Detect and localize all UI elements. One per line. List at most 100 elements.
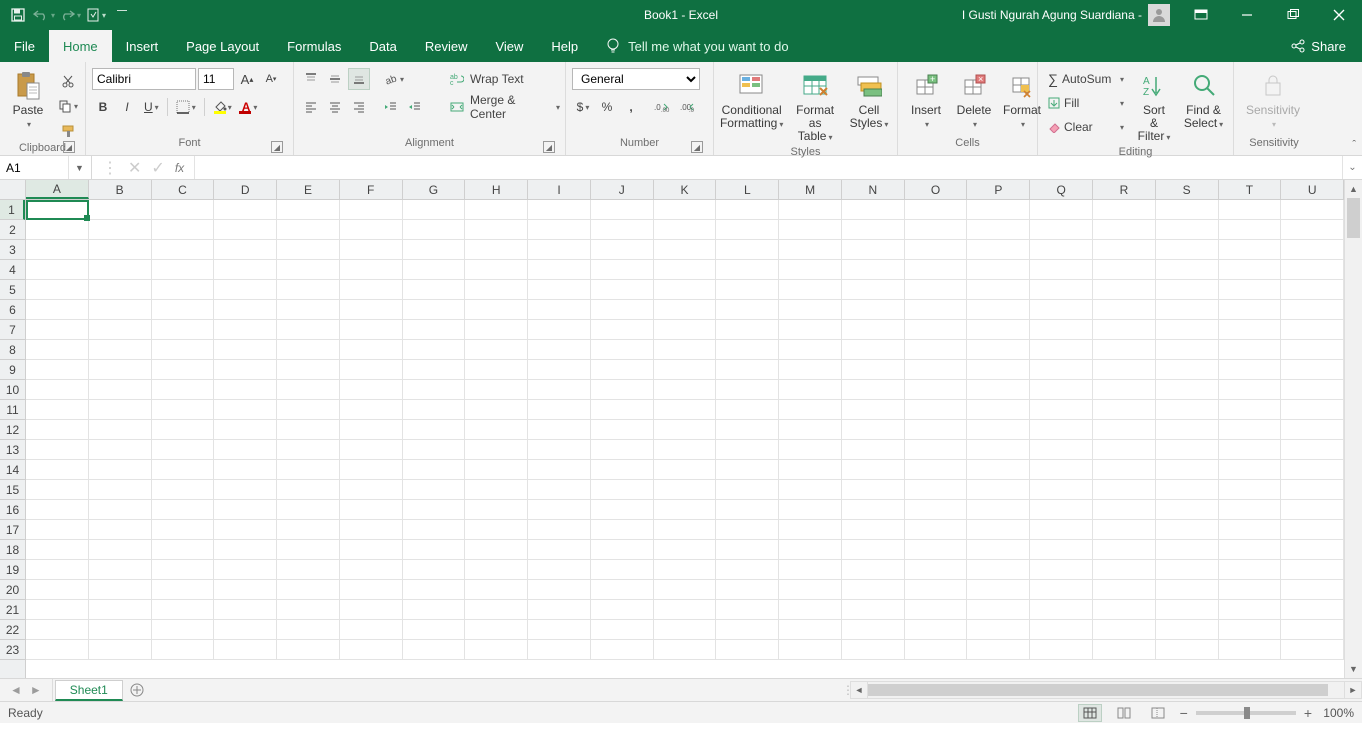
cell[interactable] xyxy=(277,500,340,520)
cell[interactable] xyxy=(214,220,277,240)
column-header[interactable]: A xyxy=(26,180,89,199)
cell[interactable] xyxy=(403,440,466,460)
row-header[interactable]: 9 xyxy=(0,360,25,380)
cell[interactable] xyxy=(89,400,152,420)
expand-formula-bar-icon[interactable]: ⌄ xyxy=(1342,156,1362,179)
align-middle-button[interactable] xyxy=(324,68,346,90)
cell[interactable] xyxy=(1219,200,1282,220)
cell[interactable] xyxy=(1219,580,1282,600)
cell[interactable] xyxy=(26,320,89,340)
cell[interactable] xyxy=(528,320,591,340)
cell[interactable] xyxy=(967,640,1030,660)
cell[interactable] xyxy=(152,300,215,320)
cell[interactable] xyxy=(1281,240,1344,260)
cell[interactable] xyxy=(26,500,89,520)
paste-button[interactable]: Paste▾ xyxy=(6,68,50,133)
comma-format-button[interactable]: , xyxy=(620,96,642,118)
cell[interactable] xyxy=(26,600,89,620)
cell[interactable] xyxy=(277,300,340,320)
cell[interactable] xyxy=(905,460,968,480)
cell[interactable] xyxy=(89,580,152,600)
cell[interactable] xyxy=(403,640,466,660)
cell[interactable] xyxy=(1219,600,1282,620)
cell[interactable] xyxy=(842,600,905,620)
cell[interactable] xyxy=(716,400,779,420)
cell[interactable] xyxy=(591,460,654,480)
cell[interactable] xyxy=(403,300,466,320)
cell[interactable] xyxy=(403,600,466,620)
cell[interactable] xyxy=(905,200,968,220)
cell[interactable] xyxy=(403,260,466,280)
cell[interactable] xyxy=(528,440,591,460)
cell[interactable] xyxy=(528,500,591,520)
horizontal-scrollbar[interactable]: ⋮ ◄ ► xyxy=(842,679,1362,701)
cell[interactable] xyxy=(340,260,403,280)
cell[interactable] xyxy=(403,380,466,400)
cell[interactable] xyxy=(340,200,403,220)
cell[interactable] xyxy=(1093,220,1156,240)
cell[interactable] xyxy=(403,460,466,480)
cell[interactable] xyxy=(654,620,717,640)
cell[interactable] xyxy=(654,400,717,420)
cell[interactable] xyxy=(277,380,340,400)
cell[interactable] xyxy=(1219,500,1282,520)
cell[interactable] xyxy=(89,620,152,640)
cell[interactable] xyxy=(1030,220,1093,240)
cell[interactable] xyxy=(1219,640,1282,660)
cell[interactable] xyxy=(277,420,340,440)
cell[interactable] xyxy=(340,440,403,460)
cell[interactable] xyxy=(340,240,403,260)
cell[interactable] xyxy=(842,300,905,320)
cell[interactable] xyxy=(716,560,779,580)
cell[interactable] xyxy=(214,600,277,620)
cell[interactable] xyxy=(89,360,152,380)
cell[interactable] xyxy=(1219,320,1282,340)
cell[interactable] xyxy=(26,220,89,240)
cell[interactable] xyxy=(905,420,968,440)
cell[interactable] xyxy=(779,380,842,400)
cell[interactable] xyxy=(1219,540,1282,560)
cell[interactable] xyxy=(1093,500,1156,520)
vertical-scrollbar[interactable]: ▲ ▼ xyxy=(1344,180,1362,678)
cell[interactable] xyxy=(905,260,968,280)
cell[interactable] xyxy=(591,220,654,240)
cell[interactable] xyxy=(340,560,403,580)
cell[interactable] xyxy=(1219,260,1282,280)
cell[interactable] xyxy=(26,480,89,500)
cell[interactable] xyxy=(89,320,152,340)
cell[interactable] xyxy=(152,420,215,440)
scroll-up-icon[interactable]: ▲ xyxy=(1345,180,1362,198)
sheet-prev-icon[interactable]: ◄ xyxy=(10,683,22,697)
cell[interactable] xyxy=(26,440,89,460)
tell-me[interactable]: Tell me what you want to do xyxy=(592,30,802,62)
cell[interactable] xyxy=(403,240,466,260)
cell[interactable] xyxy=(591,240,654,260)
cell[interactable] xyxy=(1281,360,1344,380)
column-header[interactable]: R xyxy=(1093,180,1156,199)
cell[interactable] xyxy=(1030,380,1093,400)
row-header[interactable]: 1 xyxy=(0,200,25,220)
cell[interactable] xyxy=(152,340,215,360)
cell[interactable] xyxy=(905,440,968,460)
cell[interactable] xyxy=(716,640,779,660)
cell[interactable] xyxy=(152,400,215,420)
cell[interactable] xyxy=(1281,460,1344,480)
cell[interactable] xyxy=(967,320,1030,340)
cell[interactable] xyxy=(1030,340,1093,360)
cell[interactable] xyxy=(1281,220,1344,240)
qat-customize-icon[interactable]: ⎺ xyxy=(110,3,134,27)
cell[interactable] xyxy=(1281,480,1344,500)
cell[interactable] xyxy=(842,520,905,540)
row-header[interactable]: 2 xyxy=(0,220,25,240)
cell[interactable] xyxy=(465,500,528,520)
font-size-combo[interactable] xyxy=(198,68,234,90)
cell[interactable] xyxy=(842,320,905,340)
column-header[interactable]: P xyxy=(967,180,1030,199)
cell[interactable] xyxy=(716,280,779,300)
row-header[interactable]: 18 xyxy=(0,540,25,560)
cell[interactable] xyxy=(716,220,779,240)
cell[interactable] xyxy=(1281,200,1344,220)
cell[interactable] xyxy=(1156,560,1219,580)
cell[interactable] xyxy=(214,520,277,540)
sheet-tab-active[interactable]: Sheet1 xyxy=(55,680,123,701)
